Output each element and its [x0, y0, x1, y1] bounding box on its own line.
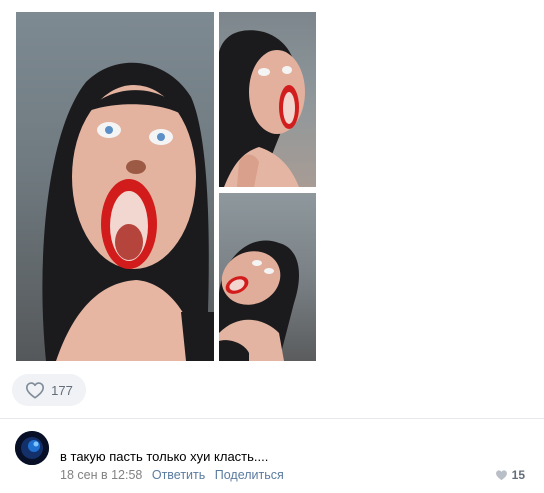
avatar[interactable]	[15, 431, 49, 465]
post-photo-main[interactable]	[16, 12, 214, 361]
post-comments-divider	[0, 418, 544, 419]
post-like-button[interactable]: 177	[12, 374, 86, 406]
comment-like-button[interactable]: 15	[495, 468, 525, 482]
post-photo-top-right[interactable]	[219, 12, 316, 187]
avatar-image	[15, 431, 49, 465]
heart-filled-icon	[495, 470, 507, 481]
comment-like-count: 15	[511, 468, 525, 482]
photo-main-illustration	[42, 62, 214, 361]
comment-text: в такую пасть только хуи класть....	[60, 449, 269, 464]
heart-outline-icon	[26, 382, 45, 399]
reply-link[interactable]: Ответить	[152, 468, 205, 482]
post-photo-bottom-right[interactable]	[219, 193, 316, 361]
share-link[interactable]: Поделиться	[215, 468, 284, 482]
comment-meta: 18 сен в 12:58 Ответить Поделиться	[60, 468, 284, 482]
post-like-count: 177	[51, 382, 73, 398]
comment-date[interactable]: 18 сен в 12:58	[60, 468, 142, 482]
photo-top-right-illustration	[219, 30, 305, 187]
photo-bottom-right-illustration	[219, 240, 299, 361]
